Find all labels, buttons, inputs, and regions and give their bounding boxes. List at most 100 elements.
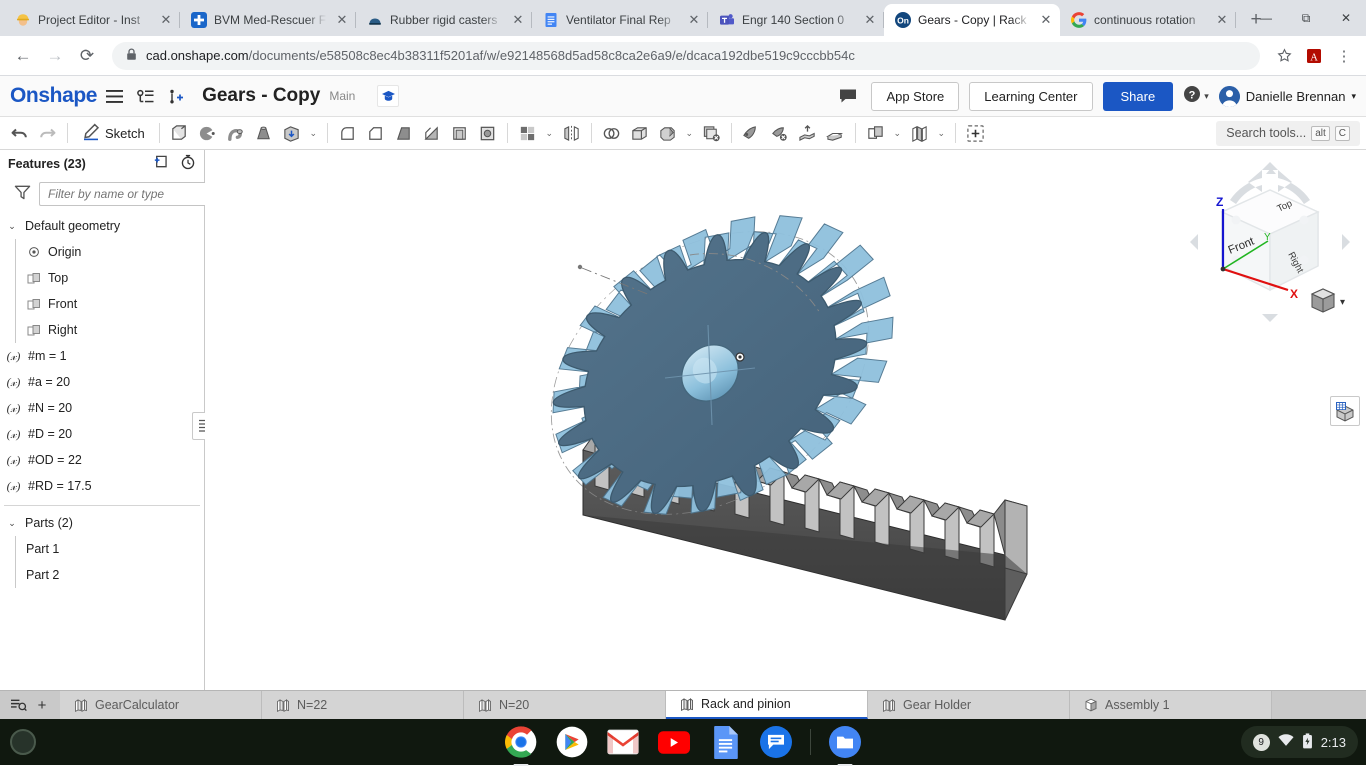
learning-center-button[interactable]: Learning Center xyxy=(969,81,1093,111)
version-graph-icon[interactable] xyxy=(132,83,159,110)
chevron-down-icon[interactable]: ⌄ xyxy=(6,221,18,232)
feature-variable-N[interactable]: (𝓍) #N = 20 xyxy=(0,395,204,421)
app-store-button[interactable]: App Store xyxy=(871,81,960,111)
part-item-2[interactable]: Part 2 xyxy=(0,562,204,588)
chrome-icon[interactable] xyxy=(504,725,538,766)
address-bar[interactable]: cad.onshape.com/documents/e58508c8ec4b38… xyxy=(112,41,1260,70)
mirror-icon[interactable] xyxy=(558,120,585,147)
feature-item-front[interactable]: Front xyxy=(0,291,204,317)
rib-icon[interactable] xyxy=(418,120,445,147)
revolve-icon[interactable] xyxy=(194,120,221,147)
sketch-plane-icon[interactable] xyxy=(906,120,933,147)
feature-group-default-geometry[interactable]: ⌄ Default geometry xyxy=(0,213,204,239)
hole-icon[interactable] xyxy=(474,120,501,147)
google-docs-icon[interactable] xyxy=(708,725,742,759)
google-chat-icon[interactable] xyxy=(759,725,793,759)
view-cube[interactable]: Top Front Right Z X Y ▾ xyxy=(1190,162,1350,322)
chevron-down-icon[interactable]: ⌄ xyxy=(890,120,905,147)
feature-item-top[interactable]: Top xyxy=(0,265,204,291)
feature-variable-OD[interactable]: (𝓍) #OD = 22 xyxy=(0,447,204,473)
document-tab-n20[interactable]: N=20 xyxy=(464,691,666,719)
feature-variable-a[interactable]: (𝓍) #a = 20 xyxy=(0,369,204,395)
chevron-down-icon[interactable]: ⌄ xyxy=(306,120,321,147)
close-icon[interactable]: ✕ xyxy=(862,12,878,28)
battery-charging-icon[interactable] xyxy=(1302,732,1313,752)
document-tab-gear-holder[interactable]: Gear Holder xyxy=(868,691,1070,719)
adobe-pdf-icon[interactable]: A xyxy=(1300,42,1328,70)
funnel-filter-icon[interactable] xyxy=(14,184,31,205)
back-button[interactable]: ← xyxy=(8,41,38,71)
files-icon[interactable] xyxy=(828,725,862,766)
shell-icon[interactable] xyxy=(446,120,473,147)
graduation-cap-icon[interactable] xyxy=(377,85,400,107)
browser-tab[interactable]: Engr 140 Section 0 ✕ xyxy=(708,4,884,36)
sweep-icon[interactable] xyxy=(222,120,249,147)
pattern-icon[interactable] xyxy=(514,120,541,147)
redo-arrow-icon[interactable] xyxy=(34,120,61,147)
search-tools-box[interactable]: Search tools... alt C xyxy=(1216,120,1360,146)
browser-tab[interactable]: Project Editor - Inst ✕ xyxy=(4,4,180,36)
delete-face-icon[interactable] xyxy=(738,120,765,147)
share-button[interactable]: Share xyxy=(1102,81,1174,111)
move-face-icon[interactable] xyxy=(766,120,793,147)
kebab-menu-icon[interactable]: ⋮ xyxy=(1330,42,1358,70)
add-branch-icon[interactable] xyxy=(163,83,190,110)
enclose-icon[interactable] xyxy=(822,120,849,147)
maximize-button[interactable]: ⧉ xyxy=(1286,3,1326,33)
delete-part-icon[interactable] xyxy=(698,120,725,147)
extrude-icon[interactable] xyxy=(166,120,193,147)
wifi-icon[interactable] xyxy=(1278,734,1294,750)
youtube-icon[interactable] xyxy=(657,725,691,759)
browser-tab[interactable]: continuous rotation ✕ xyxy=(1060,4,1236,36)
window-close-button[interactable]: ✕ xyxy=(1326,3,1366,33)
document-title[interactable]: Gears - Copy xyxy=(202,85,320,107)
boolean-icon[interactable] xyxy=(598,120,625,147)
filter-input[interactable] xyxy=(39,182,214,206)
display-state-icon[interactable] xyxy=(1330,396,1360,426)
close-icon[interactable]: ✕ xyxy=(510,12,526,28)
part-item-1[interactable]: Part 1 xyxy=(0,536,204,562)
gmail-icon[interactable] xyxy=(606,725,640,759)
notification-count-badge[interactable]: 9 xyxy=(1252,733,1270,751)
user-menu[interactable]: Danielle Brennan ▾ xyxy=(1218,85,1356,107)
close-icon[interactable]: ✕ xyxy=(334,12,350,28)
comment-bubble-icon[interactable] xyxy=(834,83,861,110)
gear-part[interactable] xyxy=(512,215,907,515)
transform-icon[interactable] xyxy=(654,120,681,147)
hamburger-menu-icon[interactable] xyxy=(101,83,128,110)
chevron-down-icon[interactable]: ⌄ xyxy=(542,120,557,147)
history-clock-icon[interactable] xyxy=(180,154,196,175)
browser-tab-active[interactable]: On Gears - Copy | Rack ✕ xyxy=(884,4,1060,36)
close-icon[interactable]: ✕ xyxy=(686,12,702,28)
reload-button[interactable]: ⟳ xyxy=(72,41,102,71)
close-icon[interactable]: ✕ xyxy=(1214,12,1230,28)
variable-icon[interactable] xyxy=(962,120,989,147)
tab-list-icon[interactable] xyxy=(8,695,28,715)
help-menu[interactable]: ? ▾ xyxy=(1183,85,1209,108)
undo-arrow-icon[interactable] xyxy=(6,120,33,147)
feature-variable-RD[interactable]: (𝓍) #RD = 17.5 xyxy=(0,473,204,499)
document-tab-n22[interactable]: N=22 xyxy=(262,691,464,719)
onshape-logo[interactable]: Onshape xyxy=(10,84,97,108)
forward-button[interactable]: → xyxy=(40,41,70,71)
browser-tab[interactable]: Ventilator Final Rep ✕ xyxy=(532,4,708,36)
loft-icon[interactable] xyxy=(250,120,277,147)
plane-icon[interactable] xyxy=(862,120,889,147)
offset-surface-icon[interactable] xyxy=(794,120,821,147)
chamfer-icon[interactable] xyxy=(362,120,389,147)
close-icon[interactable]: ✕ xyxy=(1038,12,1054,28)
shelf-status-area[interactable]: 9 2:13 xyxy=(1240,726,1358,758)
browser-tab[interactable]: BVM Med-Rescuer F ✕ xyxy=(180,4,356,36)
star-icon[interactable] xyxy=(1270,42,1298,70)
feature-item-right[interactable]: Right xyxy=(0,317,204,343)
add-tab-button[interactable]: + xyxy=(32,695,52,715)
feature-variable-m[interactable]: (𝓍) #m = 1 xyxy=(0,343,204,369)
parts-group[interactable]: ⌄ Parts (2) xyxy=(0,510,204,536)
feature-item-origin[interactable]: Origin xyxy=(0,239,204,265)
browser-tab[interactable]: Rubber rigid casters ✕ xyxy=(356,4,532,36)
chevron-down-icon[interactable]: ⌄ xyxy=(934,120,949,147)
3d-viewport[interactable]: Top Front Right Z X Y ▾ xyxy=(205,150,1366,690)
thicken-icon[interactable] xyxy=(278,120,305,147)
draft-icon[interactable] xyxy=(390,120,417,147)
document-tab-gearcalculator[interactable]: GearCalculator xyxy=(60,691,262,719)
